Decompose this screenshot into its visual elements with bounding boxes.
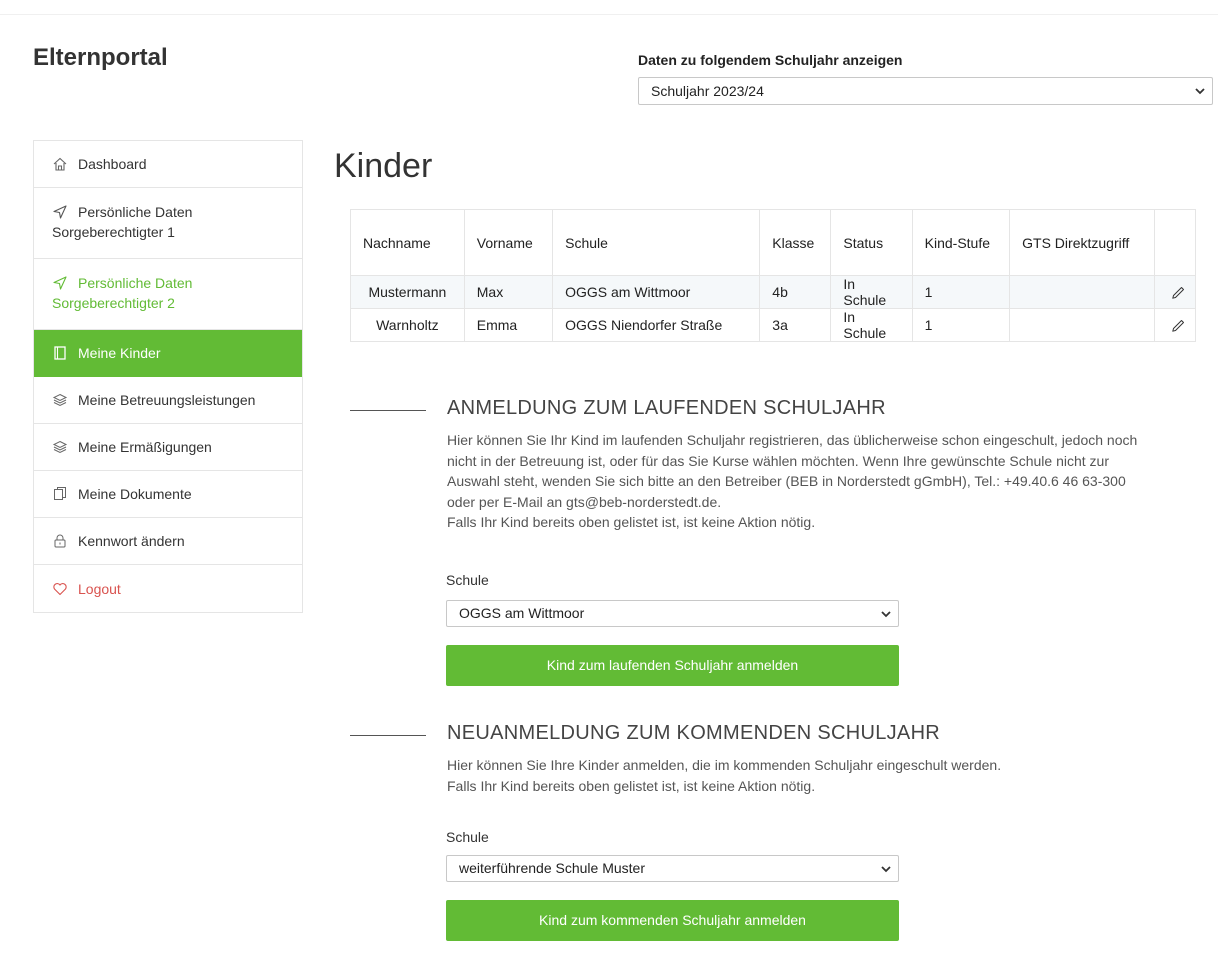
cell-edit[interactable]: [1154, 308, 1196, 342]
text-line: Falls Ihr Kind bereits oben gelistet ist…: [447, 777, 816, 794]
text-line: oder per E-Mail an gts@beb-norderstedt.d…: [447, 493, 722, 510]
lock-icon: [54, 534, 66, 548]
sidebar-item-logout[interactable]: Logout: [34, 565, 302, 612]
heart-icon: [53, 582, 67, 595]
column-header: Schule: [552, 209, 761, 276]
year-selector-label: Daten zu folgendem Schuljahr anzeigen: [638, 52, 903, 68]
sidebar-item-label: Meine Dokumente: [78, 486, 192, 502]
school-label: Schule: [446, 829, 489, 845]
sidebar-item-label: Kennwort ändern: [78, 533, 185, 549]
cell-gts: [1009, 308, 1156, 342]
cell-klasse: 3a: [759, 308, 832, 342]
school-label: Schule: [446, 572, 489, 588]
sidebar-item-dashboard[interactable]: Dashboard: [34, 141, 302, 188]
pencil-icon[interactable]: [1171, 286, 1185, 300]
cell-edit[interactable]: [1154, 275, 1196, 309]
chevron-down-icon: [881, 611, 891, 618]
book-icon: [54, 346, 66, 360]
section-text: Hier können Sie Ihre Kinder anmelden, di…: [447, 755, 1207, 796]
column-header: GTS Direktzugriff: [1009, 209, 1156, 276]
section-divider: [350, 410, 426, 411]
chevron-down-icon: [881, 866, 891, 873]
sidebar-nav: Dashboard Persönliche Daten Sorgeberecht…: [33, 140, 303, 613]
register-current-year-button[interactable]: Kind zum laufenden Schuljahr anmelden: [446, 645, 899, 686]
children-table: Nachname Vorname Schule Klasse Status Ki…: [350, 209, 1196, 342]
school-select-next[interactable]: weiterführende Schule Muster: [446, 855, 899, 882]
school-select-value: weiterführende Schule Muster: [459, 860, 645, 876]
cell-status: In Schule: [830, 275, 913, 309]
chevron-down-icon: [1195, 88, 1205, 95]
cell-nachname: Mustermann: [350, 275, 465, 309]
table-row[interactable]: Mustermann Max OGGS am Wittmoor 4b In Sc…: [350, 275, 1196, 309]
sidebar-item-label: Meine Ermäßigungen: [78, 439, 212, 455]
documents-icon: [54, 487, 66, 500]
year-select-value: Schuljahr 2023/24: [651, 83, 764, 99]
text-line: Hier können Sie Ihr Kind im laufenden Sc…: [447, 432, 1138, 448]
section-current-year: ANMELDUNG ZUM LAUFENDEN SCHULJAHR Hier k…: [350, 397, 1210, 697]
sidebar-item-dokumente[interactable]: Meine Dokumente: [34, 471, 302, 518]
text-line: Auswahl steht, wenden Sie sich bitte an …: [447, 473, 1126, 489]
column-header: Vorname: [463, 209, 554, 276]
register-next-year-button[interactable]: Kind zum kommenden Schuljahr anmelden: [446, 900, 899, 941]
text-line: Hier können Sie Ihre Kinder anmelden, di…: [447, 757, 1002, 773]
sidebar-item-betreuungsleistungen[interactable]: Meine Betreuungsleistungen: [34, 377, 302, 424]
cell-nachname: Warnholtz: [350, 308, 465, 342]
sidebar-item-label: Meine Betreuungsleistungen: [78, 392, 256, 408]
cell-vorname: Max: [463, 275, 554, 309]
column-header: [1154, 209, 1196, 276]
pencil-icon[interactable]: [1171, 319, 1185, 333]
year-selector-block: Daten zu folgendem Schuljahr anzeigen Sc…: [638, 51, 1213, 105]
column-header: Kind-Stufe: [911, 209, 1011, 276]
school-select-current[interactable]: OGGS am Wittmoor: [446, 600, 899, 627]
send-icon: [53, 276, 67, 290]
text-line: nicht in der Betreuung ist, oder für das…: [447, 452, 1109, 469]
cell-klasse: 4b: [759, 275, 832, 309]
cell-schule: OGGS Niendorfer Straße: [552, 308, 761, 342]
section-heading: NEUANMELDUNG ZUM KOMMENDEN SCHULJAHR: [447, 722, 941, 744]
text-line: Falls Ihr Kind bereits oben gelistet ist…: [447, 514, 816, 530]
section-text: Hier können Sie Ihr Kind im laufenden Sc…: [447, 430, 1207, 533]
sidebar-item-label: Persönliche Daten: [78, 204, 193, 220]
section-divider: [350, 735, 426, 736]
section-heading: ANMELDUNG ZUM LAUFENDEN SCHULJAHR: [447, 397, 886, 419]
school-select-value: OGGS am Wittmoor: [459, 605, 585, 621]
sidebar-item-label: Meine Kinder: [78, 345, 161, 361]
sidebar-item-label: Logout: [78, 580, 121, 597]
cell-gts: [1009, 275, 1156, 309]
layers-icon: [52, 393, 68, 407]
sidebar-item-label: Dashboard: [78, 156, 147, 172]
column-header: Klasse: [759, 209, 832, 276]
home-icon: [53, 157, 67, 171]
sidebar-item-label-line2: Sorgeberechtigter 2: [52, 295, 175, 311]
sidebar-item-guardian-1[interactable]: Persönliche Daten Sorgeberechtigter 1: [34, 188, 302, 259]
sidebar-item-guardian-2[interactable]: Persönliche Daten Sorgeberechtigter 2: [34, 259, 302, 330]
table-row[interactable]: Warnholtz Emma OGGS Niendorfer Straße 3a…: [350, 308, 1196, 342]
sidebar-item-label: Persönliche Daten: [78, 275, 193, 291]
send-icon: [53, 205, 67, 219]
table-header-row: Nachname Vorname Schule Klasse Status Ki…: [350, 209, 1196, 276]
cell-status: In Schule: [830, 308, 913, 342]
cell-vorname: Emma: [463, 308, 554, 342]
sidebar-item-kennwort[interactable]: Kennwort ändern: [34, 518, 302, 565]
brand-title: Elternportal: [33, 44, 168, 71]
top-divider: [0, 14, 1218, 15]
cell-schule: OGGS am Wittmoor: [552, 275, 761, 309]
sidebar-item-label-line2: Sorgeberechtigter 1: [52, 224, 175, 240]
year-select[interactable]: Schuljahr 2023/24: [638, 77, 1213, 105]
section-next-year: NEUANMELDUNG ZUM KOMMENDEN SCHULJAHR Hie…: [350, 722, 1210, 952]
cell-kind-stufe: 1: [911, 275, 1011, 309]
page-title: Kinder: [334, 147, 433, 185]
sidebar-item-ermaessigungen[interactable]: Meine Ermäßigungen: [34, 424, 302, 471]
cell-kind-stufe: 1: [911, 308, 1011, 342]
column-header: Status: [830, 209, 913, 276]
layers-icon: [52, 440, 68, 454]
column-header: Nachname: [350, 209, 465, 276]
sidebar-item-meine-kinder[interactable]: Meine Kinder: [34, 330, 302, 377]
